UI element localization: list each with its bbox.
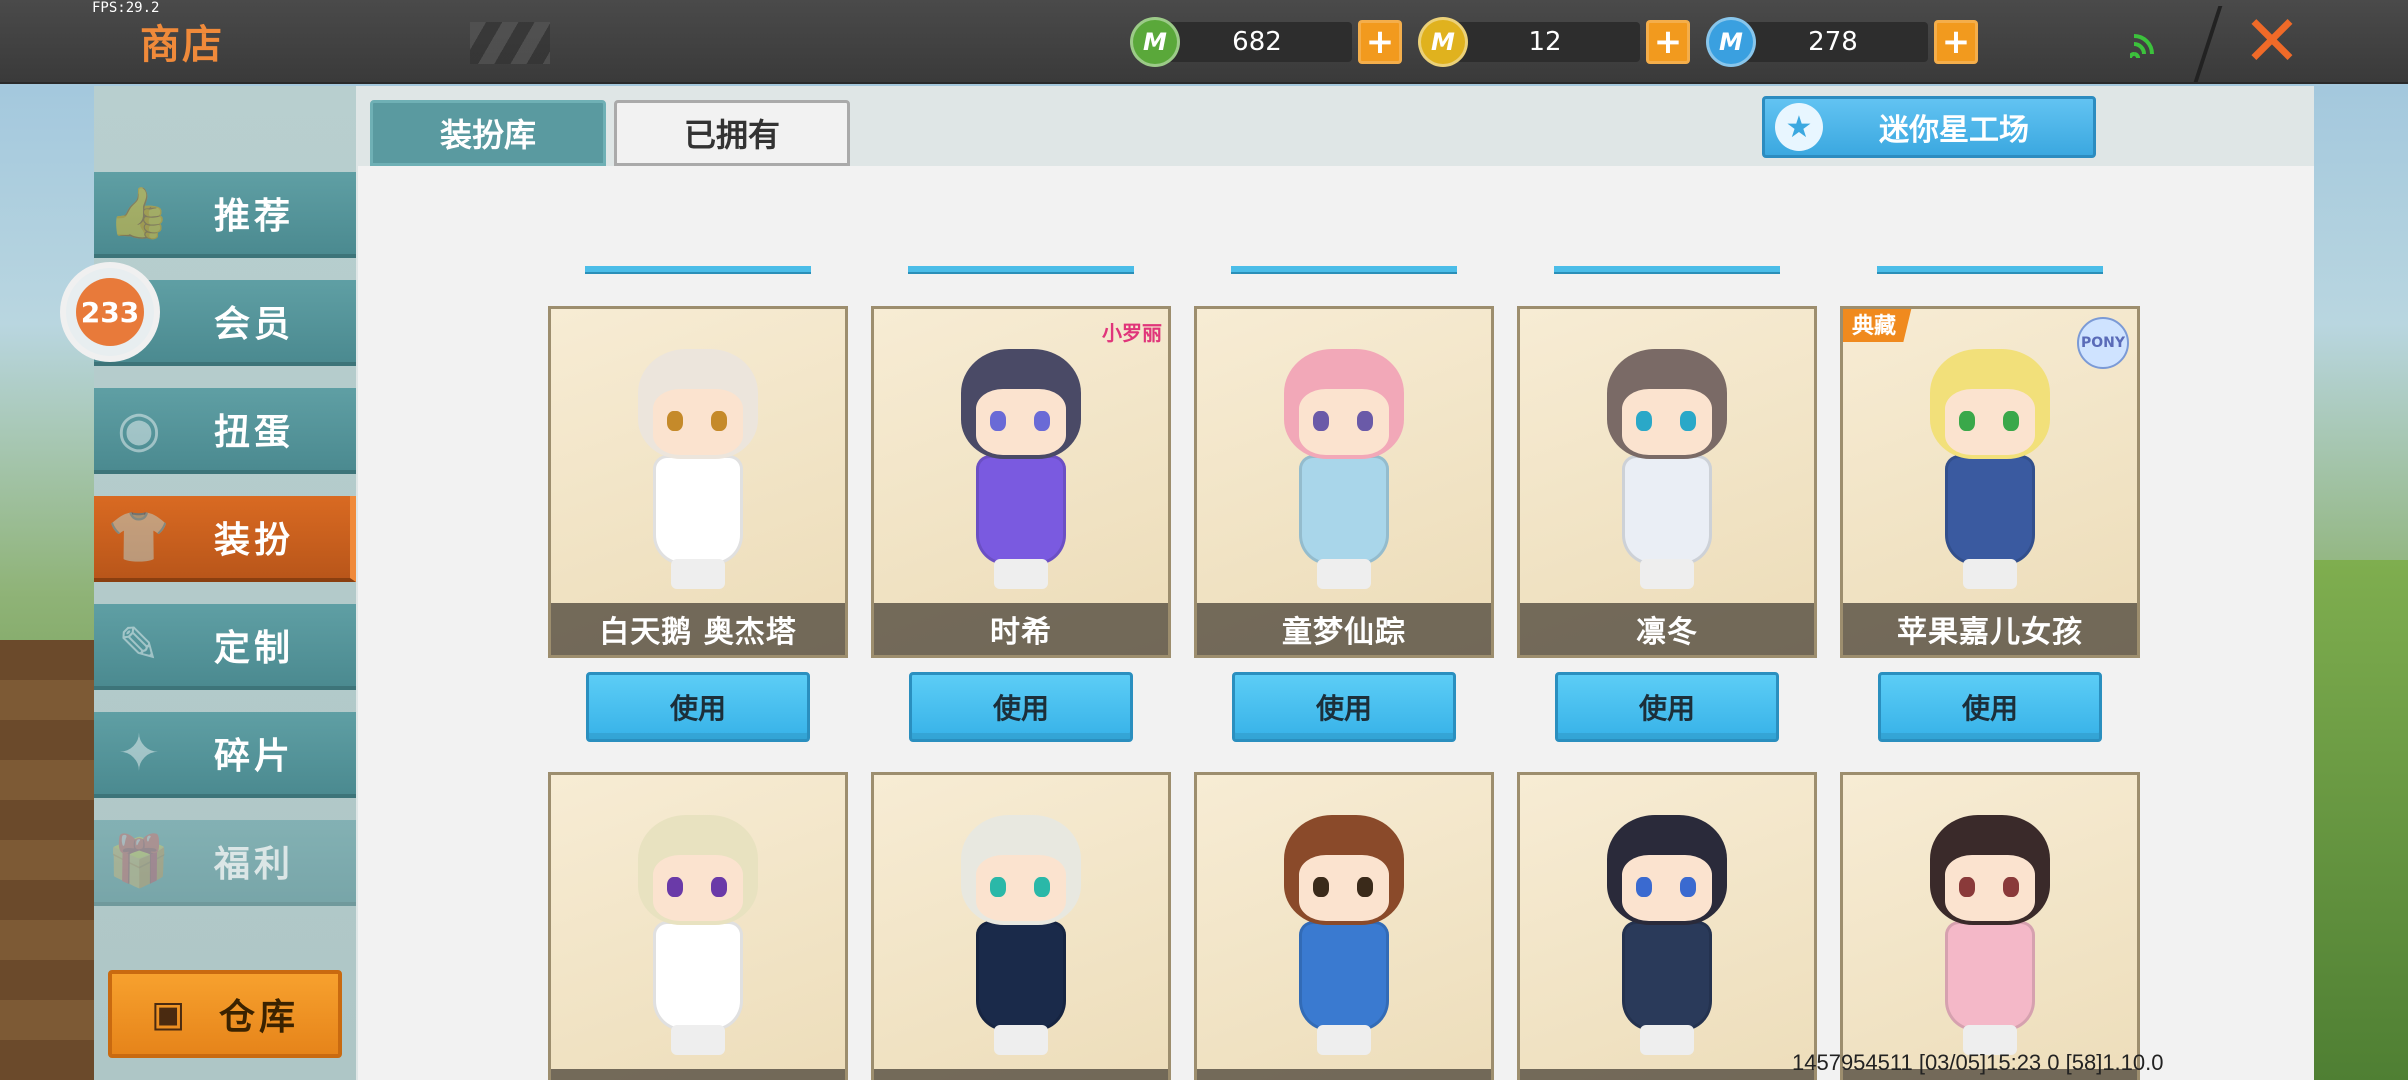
use-outfit-button[interactable]: 使用 [909, 672, 1133, 742]
customize-icon: ✎ [118, 616, 160, 674]
previous-row-button-edge [1231, 266, 1457, 274]
sidebar-item-outfit[interactable]: 👕 装扮 [94, 496, 356, 582]
sidebar: 👍 推荐 ♛ 会员 ◉ 扭蛋 👕 装扮 ✎ 定制 ✦ 碎片 🎁 福利 ▣ [94, 86, 356, 1080]
sidebar-item-label: 装扮 [214, 520, 295, 561]
currency-blue-value: 278 [1738, 22, 1928, 62]
use-outfit-button[interactable]: 使用 [1555, 672, 1779, 742]
previous-row-button-edge [1554, 266, 1780, 274]
sidebar-item-label: 碎片 [214, 736, 295, 777]
signal-icon [2128, 28, 2164, 64]
top-bar: FPS:29.2 商店 M 682 + M 12 + M 278 + ✕ [0, 0, 2408, 84]
character-figure [623, 349, 773, 589]
outfit-icon: 👕 [107, 507, 171, 566]
decorative-stripes [470, 22, 550, 64]
sidebar-item-label: 福利 [214, 844, 295, 885]
character-figure [1269, 349, 1419, 589]
previous-row-button-edge [585, 266, 811, 274]
outfit-card[interactable]: 童梦仙踪 [1194, 306, 1494, 658]
currency-green: M 682 + [1130, 17, 1402, 67]
currency-blue: M 278 + [1706, 17, 1978, 67]
mini-studio-button[interactable]: ★ 迷你星工场 [1762, 96, 2096, 158]
gold-m-coin-icon: M [1418, 17, 1468, 67]
blue-m-coin-icon: M [1706, 17, 1756, 67]
green-m-coin-icon: M [1130, 17, 1180, 67]
outfit-card[interactable]: 倪羽儿 [1840, 772, 2140, 1080]
outfit-card[interactable]: 典藏 PONY 苹果嘉儿女孩 [1840, 306, 2140, 658]
gacha-icon: ◉ [117, 400, 161, 458]
use-outfit-button[interactable]: 使用 [1232, 672, 1456, 742]
use-outfit-button[interactable]: 使用 [586, 672, 810, 742]
outfit-name: 阿拉灯 [551, 1069, 845, 1080]
add-gold-currency-button[interactable]: + [1646, 20, 1690, 64]
sidebar-item-label: 会员 [214, 304, 295, 345]
currency-green-value: 682 [1162, 22, 1352, 62]
close-icon: ✕ [2242, 0, 2302, 82]
warehouse-label: 仓库 [219, 997, 300, 1038]
outfit-name: 血族魔法师 洛特 [874, 1069, 1168, 1080]
character-figure [623, 815, 773, 1055]
outfit-card[interactable]: 小罗丽时希 [871, 306, 1171, 658]
use-outfit-button[interactable]: 使用 [1878, 672, 2102, 742]
sidebar-item-fragment[interactable]: ✦ 碎片 [94, 712, 356, 798]
sidebar-item-customize[interactable]: ✎ 定制 [94, 604, 356, 690]
brand-logo: 小罗丽 [1102, 321, 1162, 345]
outfit-card[interactable]: 凛冬 [1517, 306, 1817, 658]
character-figure [1915, 349, 2065, 589]
outfit-name: 弥梦帝君 空侯 [1520, 1069, 1814, 1080]
outfit-card[interactable]: 阿拉灯 [548, 772, 848, 1080]
previous-row-button-edge [1877, 266, 2103, 274]
close-button[interactable]: ✕ [2232, 0, 2312, 82]
studio-label: 迷你星工场 [1879, 113, 2029, 148]
sidebar-item-label: 推荐 [214, 196, 295, 237]
tab-outfit-library[interactable]: 装扮库 [370, 100, 606, 166]
currency-gold-value: 12 [1450, 22, 1640, 62]
outfit-card[interactable]: 白天鹅 奥杰塔 [548, 306, 848, 658]
character-figure [946, 815, 1096, 1055]
outfit-name: 龙响无双 [1197, 1069, 1491, 1080]
character-figure [946, 349, 1096, 589]
owned-outfit-grid: 白天鹅 奥杰塔 使用 小罗丽 时希 使用 童梦仙踪 使用 凛冬 使用 典藏 PONY 苹果嘉儿女孩 使用… [358, 166, 2314, 1080]
badge-count: 233 [76, 278, 144, 346]
fragment-icon: ✦ [118, 724, 160, 782]
tab-owned[interactable]: 已拥有 [614, 100, 850, 166]
character-figure [1269, 815, 1419, 1055]
sidebar-item-gacha[interactable]: ◉ 扭蛋 [94, 388, 356, 474]
star-icon: ★ [1775, 103, 1823, 151]
member-count-badge: 233 [66, 268, 154, 356]
outfit-name: 苹果嘉儿女孩 [1843, 603, 2137, 655]
outfit-card[interactable]: 血族魔法师 洛特 [871, 772, 1171, 1080]
currency-gold: M 12 + [1418, 17, 1690, 67]
sidebar-item-label: 定制 [214, 628, 295, 669]
sidebar-item-recommend[interactable]: 👍 推荐 [94, 172, 356, 258]
add-blue-currency-button[interactable]: + [1934, 20, 1978, 64]
outfit-card[interactable]: 弥梦帝君 空侯 [1517, 772, 1817, 1080]
build-info: 1457954511 [03/05]15:23 0 [58]1.10.0 [1792, 1050, 2164, 1075]
shop-panel: 👍 推荐 ♛ 会员 ◉ 扭蛋 👕 装扮 ✎ 定制 ✦ 碎片 🎁 福利 ▣ [66, 86, 2314, 1080]
background-dirt-block [0, 640, 94, 1080]
outfit-card[interactable]: 龙响无双 [1194, 772, 1494, 1080]
character-figure [1592, 815, 1742, 1055]
outfit-name: 凛冬 [1520, 603, 1814, 655]
sidebar-item-label: 扭蛋 [214, 412, 295, 453]
thumbs-up-icon: 👍 [107, 183, 171, 242]
top-divider [2193, 6, 2223, 82]
background-grass-block [2314, 560, 2408, 1080]
chest-icon: ▣ [150, 993, 189, 1035]
warehouse-button[interactable]: ▣ 仓库 [108, 970, 342, 1058]
previous-row-button-edge [908, 266, 1134, 274]
character-figure [1592, 349, 1742, 589]
pony-brand-logo: PONY [2077, 317, 2129, 369]
outfit-name: 时希 [874, 603, 1168, 655]
gift-icon: 🎁 [107, 831, 171, 890]
page-title: 商店 [140, 22, 224, 68]
collection-tag: 典藏 [1843, 309, 1913, 342]
sidebar-item-gift[interactable]: 🎁 福利 [94, 820, 356, 906]
outfit-name: 白天鹅 奥杰塔 [551, 603, 845, 655]
character-figure [1915, 815, 2065, 1055]
add-green-currency-button[interactable]: + [1358, 20, 1402, 64]
outfit-name: 童梦仙踪 [1197, 603, 1491, 655]
